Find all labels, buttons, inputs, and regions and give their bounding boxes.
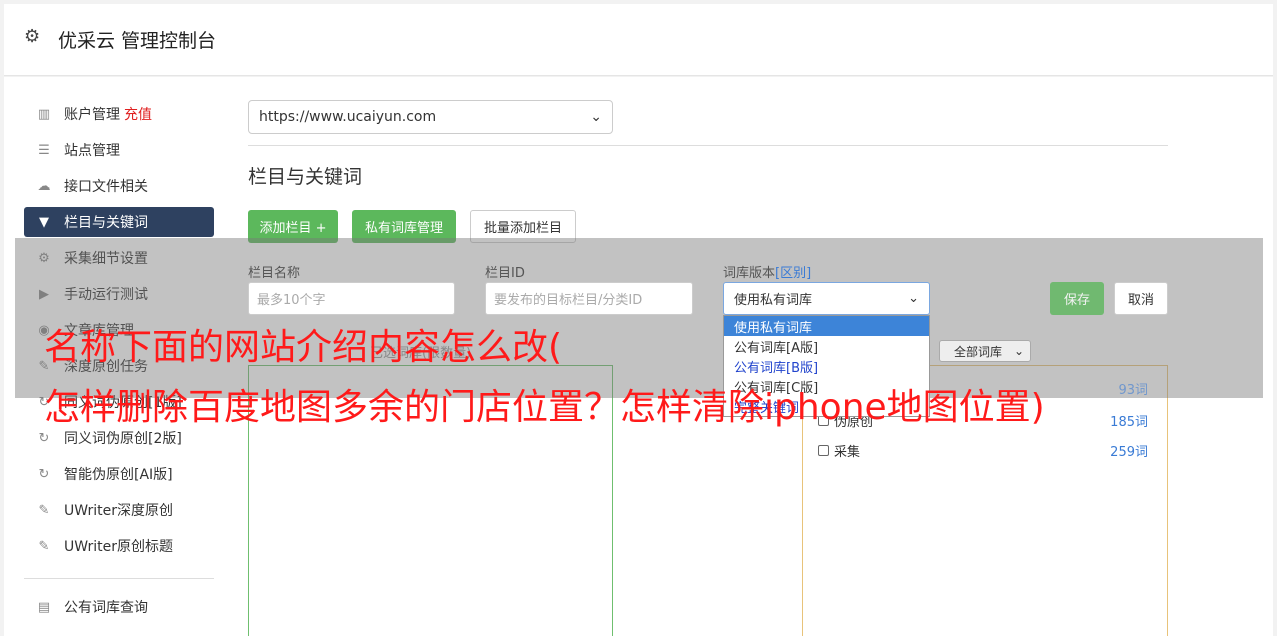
dropdown-option[interactable]: 公有词库[A版] — [724, 336, 929, 356]
lib-count[interactable]: 93词 — [1118, 379, 1148, 398]
sidebar-divider — [24, 578, 214, 579]
dropdown-option[interactable]: 公有词库[B版] — [724, 356, 929, 376]
lib-version-text: 词库版本 — [723, 266, 776, 281]
lib-filter-value: 全部词库 — [954, 344, 1003, 359]
cancel-button[interactable]: 取消 — [1114, 282, 1168, 315]
lib-count[interactable]: 185词 — [1110, 411, 1148, 430]
sidebar-item-label: 账户管理 — [64, 107, 120, 123]
lib-version-label: 词库版本[区别] — [723, 262, 811, 281]
lib-label: 采集 — [834, 444, 861, 460]
sidebar-item-label: 站点管理 — [64, 143, 120, 159]
sidebar-item-label: UWriter深度原创 — [64, 503, 173, 519]
chevron-down-icon: ⌄ — [908, 291, 919, 306]
column-name-label: 栏目名称 — [248, 266, 301, 281]
save-button[interactable]: 保存 — [1050, 282, 1104, 315]
sidebar-item-uwriter-deep[interactable]: ✎ UWriter深度原创 — [24, 492, 214, 528]
app-header: ⚙ 优采云 管理控制台 — [4, 4, 1273, 76]
dropdown-option[interactable]: 使用私有词库 — [724, 316, 929, 336]
chevron-down-icon: ⌄ — [590, 109, 602, 125]
sidebar-item-label: 智能伪原创[AI版] — [64, 467, 173, 483]
sidebar-item-account[interactable]: ▥ 账户管理 充值 — [24, 96, 214, 132]
sidebar-item-label: 接口文件相关 — [64, 179, 148, 195]
sidebar-item-sites[interactable]: ☰ 站点管理 — [24, 132, 214, 168]
column-name-input[interactable]: 最多10个字 — [248, 282, 455, 315]
overlay-title-line1: 名称下面的网站介绍内容怎么改( — [44, 327, 563, 368]
sidebar-item-label: 同义词伪原创[2版] — [64, 431, 182, 447]
sidebar-item-label: 栏目与关键词 — [64, 215, 148, 231]
edit-icon: ✎ — [38, 538, 50, 554]
site-select[interactable]: https://www.ucaiyun.com ⌄ — [248, 100, 613, 134]
section-title: 栏目与关键词 — [248, 166, 363, 188]
refresh-icon: ↻ — [38, 430, 50, 446]
cloud-upload-icon: ☁ — [37, 178, 51, 194]
diff-link[interactable]: [区别] — [775, 266, 811, 281]
sidebar-item-label: UWriter原创标题 — [64, 539, 173, 555]
app-title: 优采云 管理控制台 — [58, 30, 217, 52]
sidebar-item-uwriter-title[interactable]: ✎ UWriter原创标题 — [24, 528, 214, 564]
server-icon: ☰ — [38, 142, 50, 158]
column-id-label: 栏目ID — [485, 266, 525, 281]
bar-chart-icon: ▥ — [37, 106, 51, 122]
lib-version-value: 使用私有词库 — [734, 293, 813, 308]
sidebar-item-columns-keywords[interactable]: ▼ 栏目与关键词 — [24, 207, 214, 237]
lib-count[interactable]: 259词 — [1110, 441, 1148, 460]
lib-row[interactable]: 采集 259词 — [818, 440, 1148, 460]
overlay-title-line2: 怎样删除百度地图多余的门店位置？怎样清除iphone地图位置) — [44, 387, 1045, 428]
book-icon: ▤ — [37, 599, 51, 615]
divider — [248, 145, 1168, 146]
sidebar-item-ai-rewrite[interactable]: ↻ 智能伪原创[AI版] — [24, 456, 214, 492]
refresh-icon: ↻ — [38, 466, 50, 482]
edit-icon: ✎ — [38, 502, 50, 518]
site-select-value: https://www.ucaiyun.com — [259, 109, 437, 125]
column-id-input[interactable]: 要发布的目标栏目/分类ID — [485, 282, 693, 315]
filter-icon: ▼ — [39, 214, 49, 230]
chevron-down-icon: ⌄ — [1013, 344, 1024, 358]
sidebar-item-api-files[interactable]: ☁ 接口文件相关 — [24, 168, 214, 204]
modal-overlay — [15, 238, 1263, 398]
sidebar-item-label: 公有词库查询 — [64, 600, 148, 616]
recharge-link[interactable]: 充值 — [124, 104, 152, 124]
gear-icon: ⚙ — [24, 26, 41, 47]
lib-filter-select[interactable]: 全部词库 ⌄ — [939, 340, 1031, 362]
checkbox[interactable] — [818, 444, 829, 456]
lib-version-select[interactable]: 使用私有词库 ⌄ — [723, 282, 930, 315]
sidebar-item-public-lib-query[interactable]: ▤ 公有词库查询 — [24, 589, 214, 625]
